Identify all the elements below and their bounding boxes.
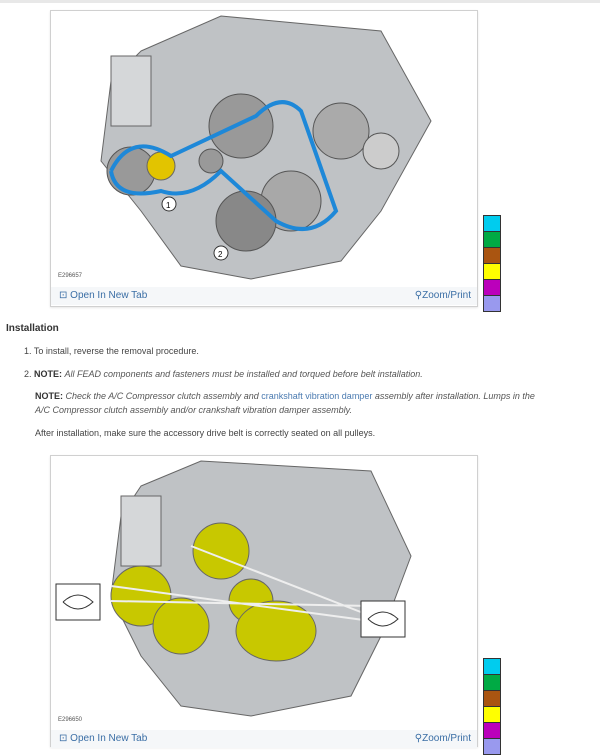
section-title: Installation — [6, 323, 59, 334]
open-in-new-tab-link[interactable]: ⊡ Open In New Tab — [59, 290, 147, 301]
magnifier-icon: ⚲ — [414, 290, 423, 301]
figure-belt-installed: E296650 ⊡ Open In New Tab ⚲Zoom/Print — [50, 455, 478, 748]
zoom-print-link[interactable]: ⚲Zoom/Print — [415, 733, 471, 744]
color-swatch — [484, 264, 500, 280]
new-tab-icon: ⊡ — [59, 290, 71, 301]
note-2-line2: A/C Compressor clutch assembly and/or cr… — [35, 405, 352, 415]
step-2: 2. NOTE: All FEAD components and fastene… — [24, 369, 423, 379]
figure-toolbar: ⊡ Open In New Tab ⚲Zoom/Print — [51, 730, 477, 748]
top-border — [0, 0, 600, 3]
figure-id: E296657 — [58, 273, 83, 279]
svg-text:1: 1 — [166, 201, 171, 210]
zoom-print-link[interactable]: ⚲Zoom/Print — [415, 290, 471, 301]
color-swatch — [484, 248, 500, 264]
color-swatch — [484, 723, 500, 739]
color-swatch — [484, 216, 500, 232]
color-swatch — [484, 232, 500, 248]
color-swatch — [484, 675, 500, 691]
magnifier-icon: ⚲ — [414, 733, 423, 744]
color-swatch — [484, 707, 500, 723]
figure-belt-removal: 1 2 E296657 ⊡ Open In New Tab ⚲Zoom/Prin… — [50, 10, 478, 307]
figure-id: E296650 — [58, 717, 83, 723]
color-legend-1 — [483, 215, 501, 312]
figure-toolbar: ⊡ Open In New Tab ⚲Zoom/Print — [51, 287, 477, 305]
color-swatch — [484, 280, 500, 296]
engine-illustration-belt-check — [55, 460, 412, 717]
color-swatch — [484, 659, 500, 675]
color-swatch — [484, 691, 500, 707]
note-2: NOTE: Check the A/C Compressor clutch as… — [35, 391, 535, 401]
color-legend-2 — [483, 658, 501, 755]
new-tab-icon: ⊡ — [59, 733, 71, 744]
svg-text:2: 2 — [218, 250, 223, 259]
color-swatch — [484, 739, 500, 754]
step-1: 1. To install, reverse the removal proce… — [24, 346, 199, 356]
after-installation-text: After installation, make sure the access… — [35, 428, 376, 438]
open-in-new-tab-link[interactable]: ⊡ Open In New Tab — [59, 733, 147, 744]
engine-illustration-belt-routing: 1 2 — [100, 15, 432, 280]
color-swatch — [484, 296, 500, 311]
crankshaft-damper-link[interactable]: crankshaft vibration damper — [261, 391, 372, 401]
